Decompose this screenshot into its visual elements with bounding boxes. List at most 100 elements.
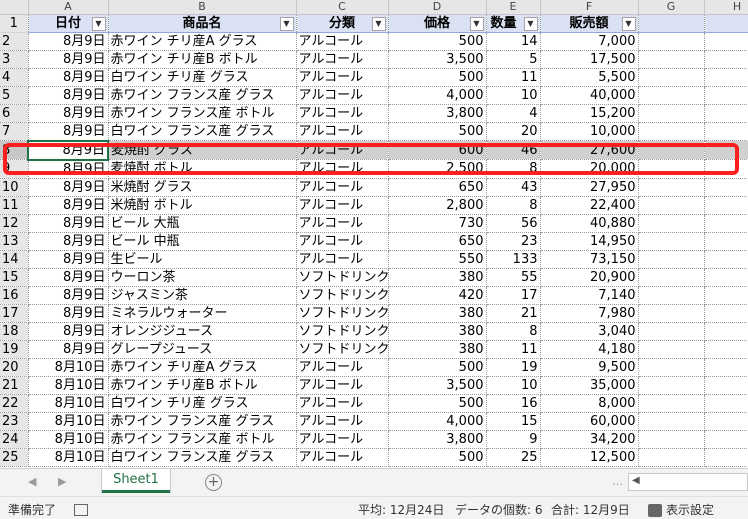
cell-sales[interactable]: 27,600 [540, 140, 639, 160]
cell-price[interactable]: 380 [388, 304, 487, 323]
cell-product[interactable]: ウーロン茶 [108, 268, 297, 287]
more-tabs-icon[interactable]: … [612, 475, 623, 488]
row-header[interactable]: 22 [0, 394, 29, 413]
cell-category[interactable]: ソフトドリンク [296, 268, 389, 287]
cell-qty[interactable]: 10 [486, 86, 541, 105]
cell-price[interactable]: 650 [388, 232, 487, 251]
sheet-tab-sheet1[interactable]: Sheet1 [102, 469, 170, 493]
empty-cell[interactable] [704, 340, 748, 359]
cell-qty[interactable]: 15 [486, 412, 541, 431]
cell-category[interactable]: アルコール [296, 122, 389, 141]
empty-cell[interactable] [704, 214, 748, 233]
cell-qty[interactable]: 19 [486, 358, 541, 377]
cell-sales[interactable]: 27,950 [540, 178, 639, 197]
column-header-c[interactable]: C [296, 0, 389, 15]
next-sheet-icon[interactable]: ▶ [58, 475, 66, 488]
row-header[interactable]: 14 [0, 250, 29, 269]
cell-sales[interactable]: 14,950 [540, 232, 639, 251]
cell-date[interactable]: 8月9日 [27, 139, 109, 161]
empty-cell[interactable] [638, 322, 705, 341]
cell-price[interactable]: 500 [388, 448, 487, 467]
cell-product[interactable]: 赤ワイン フランス産 ボトル [108, 430, 297, 449]
row-header[interactable]: 25 [0, 448, 29, 467]
cell-category[interactable]: アルコール [296, 232, 389, 251]
empty-cell[interactable] [704, 286, 748, 305]
cell-category[interactable]: アルコール [296, 214, 389, 233]
empty-cell[interactable] [704, 178, 748, 197]
cell-date[interactable]: 8月10日 [28, 448, 109, 467]
column-header-a[interactable]: A [28, 0, 109, 15]
empty-cell[interactable] [638, 394, 705, 413]
prev-sheet-icon[interactable]: ◀ [28, 475, 36, 488]
cell-category[interactable]: アルコール [296, 68, 389, 87]
cell-price[interactable]: 600 [388, 140, 487, 160]
cell-sales[interactable]: 60,000 [540, 412, 639, 431]
cell-sales[interactable]: 40,000 [540, 86, 639, 105]
cell-category[interactable]: アルコール [296, 412, 389, 431]
row-header[interactable]: 12 [0, 214, 29, 233]
cell-price[interactable]: 420 [388, 286, 487, 305]
header-cell-price[interactable]: 価格 ▼ [388, 14, 487, 33]
row-header[interactable]: 13 [0, 232, 29, 251]
empty-cell[interactable] [638, 358, 705, 377]
row-header[interactable]: 21 [0, 376, 29, 395]
empty-cell[interactable] [638, 250, 705, 269]
cell-product[interactable]: 赤ワイン フランス産 グラス [108, 412, 297, 431]
cell-category[interactable]: ソフトドリンク [296, 322, 389, 341]
cell-date[interactable]: 8月9日 [28, 268, 109, 287]
cell-sales[interactable]: 9,500 [540, 358, 639, 377]
empty-cell[interactable] [638, 286, 705, 305]
empty-cell[interactable] [704, 14, 748, 33]
empty-cell[interactable] [704, 322, 748, 341]
cell-sales[interactable]: 4,180 [540, 340, 639, 359]
cell-price[interactable]: 4,000 [388, 86, 487, 105]
cell-date[interactable]: 8月10日 [28, 358, 109, 377]
empty-cell[interactable] [704, 32, 748, 51]
cell-sales[interactable]: 8,000 [540, 394, 639, 413]
cell-price[interactable]: 500 [388, 358, 487, 377]
cell-category[interactable]: アルコール [296, 178, 389, 197]
cell-qty[interactable]: 46 [486, 140, 541, 160]
empty-cell[interactable] [638, 14, 705, 33]
cell-qty[interactable]: 4 [486, 104, 541, 123]
filter-dropdown-icon[interactable]: ▼ [371, 16, 386, 31]
row-header[interactable]: 2 [0, 32, 29, 51]
cell-product[interactable]: 白ワイン フランス産 グラス [108, 122, 297, 141]
display-settings-button[interactable]: 表示設定 [648, 501, 714, 518]
empty-cell[interactable] [704, 104, 748, 123]
empty-cell[interactable] [638, 196, 705, 215]
cell-product[interactable]: 米焼酎 ボトル [108, 196, 297, 215]
cell-qty[interactable]: 20 [486, 122, 541, 141]
empty-cell[interactable] [704, 448, 748, 467]
cell-qty[interactable]: 9 [486, 430, 541, 449]
row-header[interactable]: 17 [0, 304, 29, 323]
cell-date[interactable]: 8月9日 [28, 232, 109, 251]
accessibility-icon[interactable] [74, 502, 88, 516]
cell-price[interactable]: 3,800 [388, 104, 487, 123]
cell-qty[interactable]: 16 [486, 394, 541, 413]
cell-product[interactable]: 麦焼酎 グラス [108, 140, 297, 160]
empty-cell[interactable] [704, 376, 748, 395]
header-cell-category[interactable]: 分類 ▼ [296, 14, 389, 33]
cell-date[interactable]: 8月9日 [28, 304, 109, 323]
empty-cell[interactable] [638, 68, 705, 87]
cell-sales[interactable]: 20,900 [540, 268, 639, 287]
horizontal-scrollbar[interactable]: ◀ [628, 473, 748, 491]
add-sheet-button[interactable]: + [205, 474, 222, 491]
cell-category[interactable]: ソフトドリンク [296, 304, 389, 323]
empty-cell[interactable] [704, 412, 748, 431]
empty-cell[interactable] [638, 140, 705, 160]
cell-date[interactable]: 8月9日 [28, 250, 109, 269]
empty-cell[interactable] [704, 268, 748, 287]
cell-product[interactable]: オレンジジュース [108, 322, 297, 341]
empty-cell[interactable] [638, 178, 705, 197]
row-header[interactable]: 20 [0, 358, 29, 377]
row-header[interactable]: 9 [0, 159, 29, 179]
cell-table[interactable]: A B C D E F G H 1 日付 ▼ 商品名 ▼ 分類 ▼ 価格 ▼ 数量 ▼ 販… [0, 0, 748, 467]
cell-price[interactable]: 380 [388, 340, 487, 359]
cell-price[interactable]: 650 [388, 178, 487, 197]
filter-dropdown-icon[interactable]: ▼ [279, 16, 294, 31]
cell-sales[interactable]: 73,150 [540, 250, 639, 269]
row-header[interactable]: 16 [0, 286, 29, 305]
cell-sales[interactable]: 7,980 [540, 304, 639, 323]
